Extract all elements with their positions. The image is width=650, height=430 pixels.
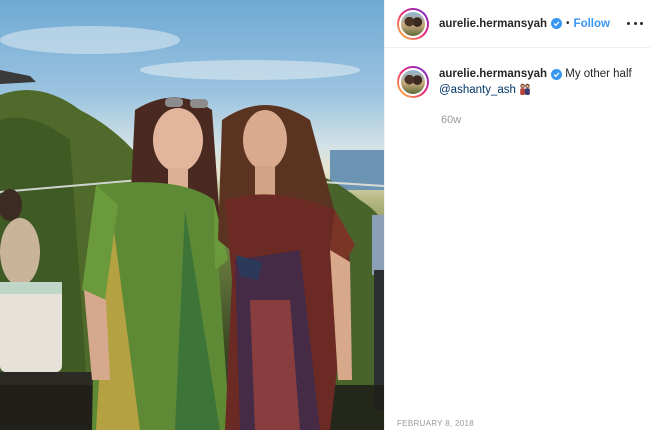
caption-body: My other half [565,68,632,80]
follow-button[interactable]: Follow [574,18,610,30]
post-side-panel: aurelie.hermansyah • Follow aurelie.herm… [384,0,650,430]
post-header: aurelie.hermansyah • Follow [385,0,650,48]
caption-avatar[interactable] [397,66,429,98]
post-photo[interactable] [0,0,384,430]
caption-comment: aurelie.hermansyah My other half @ashant… [397,66,643,98]
verified-badge-icon [551,18,563,29]
two-women-emoji-icon [520,83,530,95]
caption-verified-badge-icon [551,69,563,80]
mention-link[interactable]: @ashanty_ash [439,84,516,96]
caption-username[interactable]: aurelie.hermansyah [439,68,547,80]
caption-text: aurelie.hermansyah My other half @ashant… [439,66,639,98]
author-username[interactable]: aurelie.hermansyah [439,18,547,30]
more-options-icon[interactable] [627,15,643,31]
post-date[interactable]: FEBRUARY 8, 2018 [397,419,474,428]
instagram-post: aurelie.hermansyah • Follow aurelie.herm… [0,0,650,430]
separator-dot: • [566,18,570,29]
photo-illustration [0,26,384,430]
comment-age[interactable]: 60w [441,114,461,126]
author-avatar[interactable] [397,7,429,40]
